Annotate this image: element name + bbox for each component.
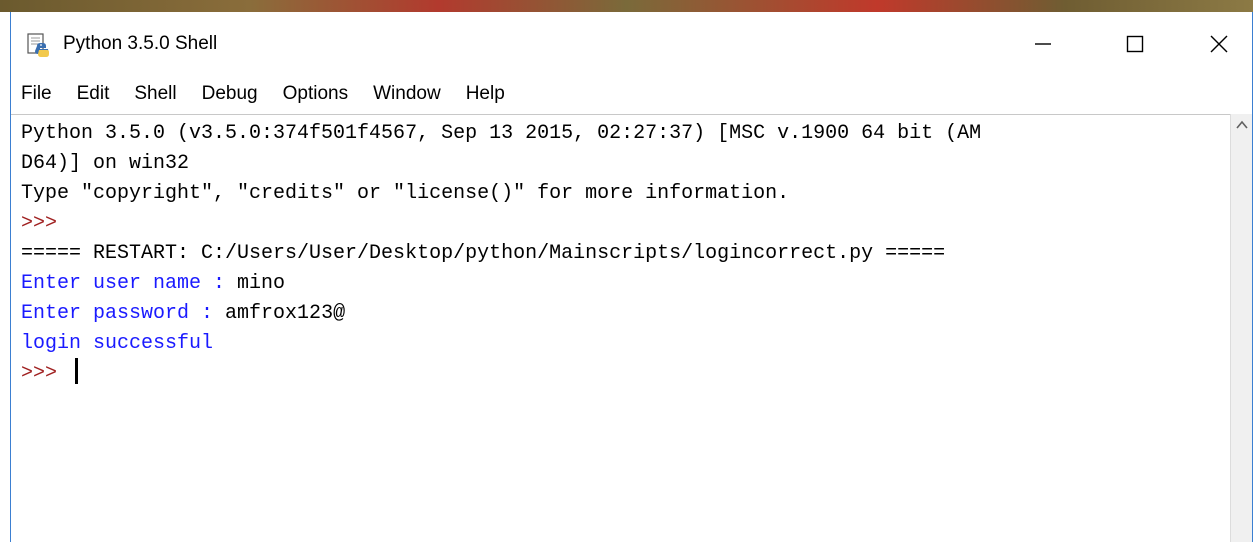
desktop-background xyxy=(0,0,1253,12)
menu-help[interactable]: Help xyxy=(454,76,518,112)
banner-line: D64)] on win32 xyxy=(21,152,190,175)
password-prompt: Enter password : xyxy=(21,302,226,325)
banner-line: Type "copyright", "credits" or "license(… xyxy=(21,182,790,205)
menu-edit[interactable]: Edit xyxy=(65,76,123,112)
restart-line: ===== RESTART: C:/Users/User/Desktop/pyt… xyxy=(21,242,946,265)
username-value: mino xyxy=(237,272,286,295)
menu-file[interactable]: File xyxy=(11,76,65,112)
text-cursor xyxy=(75,357,79,384)
password-line: Enter password : amfrox123@ xyxy=(21,299,1230,329)
shell-text-area[interactable]: Python 3.5.0 (v3.5.0:374f501f4567, Sep 1… xyxy=(11,114,1230,542)
minimize-icon xyxy=(1035,43,1051,45)
python-idle-icon[interactable] xyxy=(25,32,51,58)
banner-line: Python 3.5.0 (v3.5.0:374f501f4567, Sep 1… xyxy=(21,122,982,145)
input-line[interactable]: >>> xyxy=(21,357,1230,389)
menu-options[interactable]: Options xyxy=(271,76,361,112)
shell-prompt: >>> xyxy=(21,362,70,385)
menu-shell[interactable]: Shell xyxy=(122,76,189,112)
menu-window[interactable]: Window xyxy=(361,76,454,112)
chevron-up-icon xyxy=(1235,120,1248,129)
vertical-scrollbar[interactable] xyxy=(1230,114,1252,542)
close-button[interactable] xyxy=(1197,26,1241,62)
maximize-button[interactable] xyxy=(1113,26,1157,62)
title-bar[interactable]: Python 3.5.0 Shell xyxy=(11,12,1252,76)
scroll-up-button[interactable] xyxy=(1231,114,1252,136)
username-line: Enter user name : mino xyxy=(21,269,1230,299)
idle-shell-window: Python 3.5.0 Shell File Edit Shell Debug… xyxy=(10,12,1253,542)
shell-prompt: >>> xyxy=(21,212,58,235)
window-title: Python 3.5.0 Shell xyxy=(63,33,218,54)
scroll-thumb[interactable] xyxy=(1234,138,1249,178)
login-result: login successful xyxy=(21,332,214,355)
username-prompt: Enter user name : xyxy=(21,272,238,295)
menu-bar: File Edit Shell Debug Options Window Hel… xyxy=(11,76,1252,112)
minimize-button[interactable] xyxy=(1021,26,1065,62)
maximize-icon xyxy=(1126,35,1144,53)
close-icon xyxy=(1210,35,1228,53)
password-value: amfrox123@ xyxy=(225,302,346,325)
menu-debug[interactable]: Debug xyxy=(190,76,271,112)
